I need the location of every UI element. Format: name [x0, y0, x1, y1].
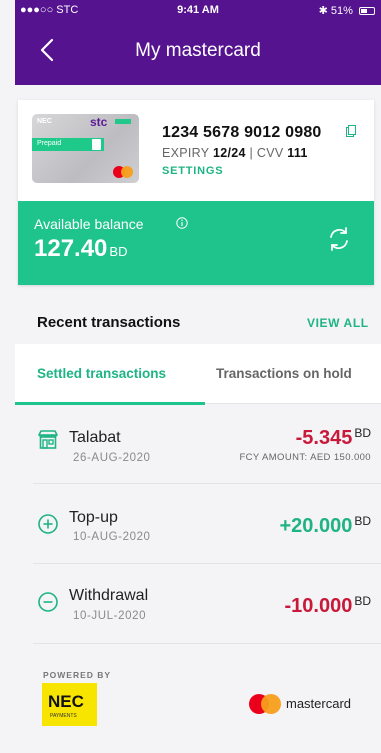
transaction-tabs: Settled transactions Transactions on hol… [15, 344, 381, 405]
page-title: My mastercard [135, 40, 261, 61]
mastercard-logo-icon [249, 694, 281, 714]
tab-settled-transactions[interactable]: Settled transactions [37, 366, 166, 381]
row-divider [33, 643, 381, 644]
balance-amount: 127.40 [34, 235, 108, 262]
transaction-name: Withdrawal [69, 587, 149, 604]
transaction-name: Top-up [69, 509, 118, 526]
transaction-amount: -10.000 BD [284, 594, 371, 618]
battery-icon [359, 7, 375, 15]
card-issuer-logo: NEC [37, 118, 52, 125]
transaction-row-topup[interactable]: Top-up 10-AUG-2020 +20.000 BD [15, 484, 381, 564]
transaction-amount-value: -5.345 [295, 427, 353, 449]
balance-value: 127.40 BD [34, 235, 127, 263]
nec-logo-subtitle: PAYMENTS [50, 713, 77, 719]
status-bar: ●●●○○ STC 9:41 AM ✱ 51% [15, 0, 381, 20]
transaction-date: 10-JUL-2020 [73, 610, 147, 622]
recent-transactions-title: Recent transactions [37, 314, 181, 331]
transaction-fcy-amount: FCY AMOUNT: AED 150.000 [239, 452, 371, 463]
transaction-date: 26-AUG-2020 [73, 452, 151, 464]
bluetooth-icon: ✱ [318, 5, 328, 17]
powered-by-label: POWERED BY [43, 670, 112, 680]
expiry-label: EXPIRY [162, 146, 210, 160]
meta-separator: | [249, 146, 254, 160]
cvv-label: CVV [256, 146, 284, 160]
copy-icon[interactable] [346, 125, 356, 137]
app-screen: ●●●○○ STC 9:41 AM ✱ 51% My mastercard NE… [15, 0, 381, 753]
transaction-currency: BD [354, 594, 371, 608]
card-number: 1234 5678 9012 0980 [162, 124, 322, 141]
mastercard-wordmark: mastercard [286, 696, 352, 711]
card-prepaid-label: Prepaid [37, 140, 62, 147]
minus-circle-icon [38, 592, 58, 612]
refresh-icon[interactable] [326, 226, 352, 252]
battery-percent: 51% [330, 5, 353, 17]
settings-link[interactable]: SETTINGS [162, 165, 223, 177]
info-icon[interactable] [176, 217, 188, 229]
plus-circle-icon [38, 514, 58, 534]
header-bar: ●●●○○ STC 9:41 AM ✱ 51% My mastercard [15, 0, 381, 85]
view-all-link[interactable]: VIEW ALL [307, 316, 369, 330]
status-right: ✱ 51% [319, 4, 375, 17]
card-meta: EXPIRY 12/24 | CVV 111 [162, 146, 308, 160]
balance-label: Available balance [34, 216, 144, 232]
transaction-row-talabat[interactable]: Talabat 26-AUG-2020 -5.345 BD FCY AMOUNT:… [15, 404, 381, 484]
transaction-amount: +20.000 BD [279, 514, 371, 538]
mastercard-logo-icon [113, 166, 133, 178]
transaction-amount-value: -10.000 [284, 595, 353, 617]
card-brand-logo: stc [90, 115, 108, 129]
transaction-amount: -5.345 BD [296, 426, 371, 450]
cvv-value: 111 [287, 146, 308, 160]
nec-logo: NEC PAYMENTS [42, 683, 97, 726]
transaction-date: 10-AUG-2020 [73, 531, 151, 543]
transaction-currency: BD [354, 514, 371, 528]
transaction-amount-value: +20.000 [279, 515, 353, 537]
transaction-row-withdrawal[interactable]: Withdrawal 10-JUL-2020 -10.000 BD [15, 564, 381, 644]
transaction-currency: BD [354, 426, 371, 440]
expiry-value: 12/24 [212, 146, 246, 160]
store-icon [38, 430, 58, 449]
card-image: NEC stc Prepaid [32, 114, 139, 183]
nec-logo-text: NEC [48, 692, 84, 711]
balance-box: Available balance 127.40 BD [18, 201, 374, 285]
tab-transactions-on-hold[interactable]: Transactions on hold [216, 366, 352, 381]
balance-currency: BD [109, 244, 128, 259]
transaction-name: Talabat [69, 429, 121, 446]
card-brand-accent [115, 119, 131, 124]
card-chip [92, 139, 101, 150]
